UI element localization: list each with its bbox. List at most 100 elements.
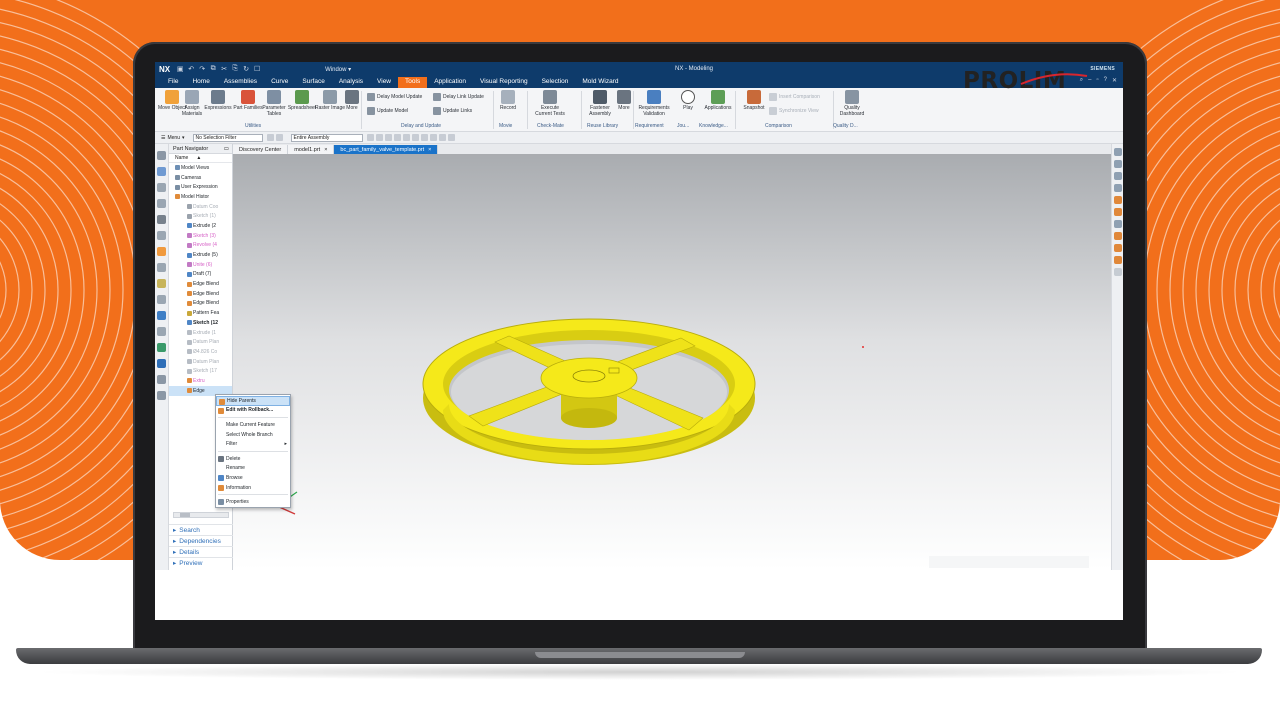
copy-icon[interactable]: ⧉	[209, 65, 217, 73]
panel-preview[interactable]: ▸ Preview	[169, 557, 233, 568]
snap-icon[interactable]	[366, 134, 374, 141]
delay-link-update-button[interactable]: Delay Link Update	[433, 93, 484, 101]
navigator-node[interactable]: Unite (6)	[169, 260, 232, 270]
group-label-movie[interactable]: Movie	[499, 123, 512, 129]
navigator-node[interactable]: Sketch (12	[169, 318, 232, 328]
spreadsheet-button[interactable]: Spreadsheet	[287, 90, 317, 111]
scrollbar-thumb[interactable]	[180, 513, 190, 517]
requirements-validation-button[interactable]: Requirements Validation	[638, 90, 670, 117]
group-label-requirement[interactable]: Requirement	[635, 123, 664, 129]
view-icon[interactable]	[1113, 148, 1122, 156]
group-label-knowledge[interactable]: Knowledge...	[699, 123, 728, 129]
panel-search[interactable]: ▸ Search	[169, 524, 233, 535]
touch-mode-icon[interactable]: ☐	[253, 65, 261, 73]
menu-item-delete[interactable]: Delete	[216, 454, 290, 464]
group-label-journal[interactable]: Jou...	[677, 123, 689, 129]
navigator-node[interactable]: Extrude (5)	[169, 250, 232, 260]
graphics-tab[interactable]: bc_part_family_valve_template.prt ×	[334, 145, 439, 154]
close-tab-icon[interactable]: ×	[428, 147, 431, 153]
snap-icon[interactable]	[393, 134, 401, 141]
navigator-node[interactable]: Draft (7)	[169, 270, 232, 280]
graphics-tab[interactable]: Discovery Center	[233, 145, 289, 154]
ribbon-tab-assemblies[interactable]: Assemblies	[217, 77, 264, 88]
save-icon[interactable]: ▣	[176, 65, 184, 73]
menu-item-make-current-feature[interactable]: Make Current Feature	[216, 420, 290, 430]
menu-item-properties[interactable]: Properties	[216, 497, 290, 507]
menu-item-browse[interactable]: Browse	[216, 473, 290, 483]
web-browser-icon[interactable]	[157, 231, 166, 240]
navigator-node[interactable]: Datum Plan	[169, 337, 232, 347]
name-column-header[interactable]: Name ▲	[169, 154, 232, 163]
ribbon-tab-home[interactable]: Home	[185, 77, 216, 88]
menu-item-filter[interactable]: Filter ▸	[216, 439, 290, 449]
update-links-button[interactable]: Update Links	[433, 107, 472, 115]
ribbon-tab-curve[interactable]: Curve	[264, 77, 295, 88]
ribbon-tab-visual-reporting[interactable]: Visual Reporting	[473, 77, 535, 88]
navigator-node[interactable]: Pattern Fea	[169, 308, 232, 318]
shaded-view-icon[interactable]	[1113, 256, 1122, 264]
ribbon-tab-mold-wizard[interactable]: Mold Wizard	[575, 77, 625, 88]
execute-current-tests-button[interactable]: Execute Current Tests	[535, 90, 565, 117]
navigator-node[interactable]: Datum Coo	[169, 202, 232, 212]
snap-icon[interactable]	[384, 134, 392, 141]
view-icon[interactable]	[1113, 268, 1122, 276]
horizontal-scrollbar[interactable]	[173, 512, 229, 518]
assembly-navigator-icon[interactable]	[157, 167, 166, 176]
ribbon-tab-selection[interactable]: Selection	[535, 77, 576, 88]
more-reuse-button[interactable]: More	[609, 90, 639, 111]
group-label-delay-update[interactable]: Delay and Update	[401, 123, 441, 129]
navigator-node[interactable]: Extrude (1	[169, 328, 232, 338]
filter-reset-icon[interactable]	[275, 134, 283, 141]
snap-icon[interactable]	[402, 134, 410, 141]
menu-item-information[interactable]: Information	[216, 483, 290, 493]
selection-scope-dropdown[interactable]: Entire Assembly	[290, 133, 363, 142]
menu-item-edit-with-rollback[interactable]: Edit with Rollback...	[216, 406, 290, 416]
view-icon[interactable]	[1113, 172, 1122, 180]
feature-palette-icon[interactable]	[157, 343, 166, 352]
tool-icon[interactable]	[157, 375, 166, 384]
navigator-node[interactable]: Edge Blend	[169, 279, 232, 289]
filter-icon[interactable]	[266, 134, 274, 141]
update-model-button[interactable]: Update Model	[367, 107, 408, 115]
shaded-view-icon[interactable]	[1113, 232, 1122, 240]
graphics-window[interactable]	[233, 154, 1111, 570]
cut-icon[interactable]: ✂	[220, 65, 228, 73]
navigator-node[interactable]: Cameras	[169, 173, 232, 183]
navigator-node[interactable]: Sketch (1)	[169, 211, 232, 221]
roles-icon[interactable]	[157, 311, 166, 320]
process-studio-icon[interactable]	[157, 279, 166, 288]
snap-icon[interactable]	[438, 134, 446, 141]
panel-dependencies[interactable]: ▸ Dependencies	[169, 535, 233, 546]
ribbon-tab-tools[interactable]: Tools	[398, 77, 428, 88]
selection-filter-dropdown[interactable]: No Selection Filter	[192, 133, 263, 142]
delay-model-update-button[interactable]: Delay Model Update	[367, 93, 422, 101]
redo-icon[interactable]: ↷	[198, 65, 206, 73]
applications-button[interactable]: Applications	[703, 90, 733, 111]
quality-dashboard-button[interactable]: Quality Dashboard	[837, 90, 867, 117]
pin-icon[interactable]: ▭	[224, 146, 229, 152]
window-menu[interactable]: Window ▾	[325, 66, 351, 73]
navigator-node[interactable]: Model Views	[169, 163, 232, 173]
menu-item-select-whole-branch[interactable]: Select Whole Branch	[216, 430, 290, 440]
more-utilities-button[interactable]: More	[337, 90, 367, 111]
tool-icon[interactable]	[157, 391, 166, 400]
constraint-navigator-icon[interactable]	[157, 183, 166, 192]
hd3d-tools-icon[interactable]	[157, 215, 166, 224]
navigator-node[interactable]: Model Histor	[169, 192, 232, 202]
group-label-reuse-library[interactable]: Reuse Library	[587, 123, 618, 129]
panel-details[interactable]: ▸ Details	[169, 546, 233, 557]
shaded-view-icon[interactable]	[1113, 208, 1122, 216]
insert-comparison-button[interactable]: Insert Comparison	[769, 93, 820, 101]
part-navigator-tab-icon[interactable]	[157, 151, 166, 160]
menu-item-hide-parents[interactable]: Hide Parents	[216, 396, 290, 406]
reuse-library-icon[interactable]	[157, 199, 166, 208]
snapshot-button[interactable]: Snapshot	[739, 90, 769, 111]
shaded-view-icon[interactable]	[1113, 196, 1122, 204]
play-button[interactable]: Play	[673, 90, 703, 111]
menu-button[interactable]: ☰ Menu ▾	[161, 135, 185, 141]
close-tab-icon[interactable]: ×	[324, 147, 327, 153]
history-icon[interactable]	[157, 247, 166, 256]
snap-icon[interactable]	[447, 134, 455, 141]
model-viewport[interactable]	[233, 154, 1111, 570]
restore-icon[interactable]: ▫	[1096, 77, 1098, 84]
